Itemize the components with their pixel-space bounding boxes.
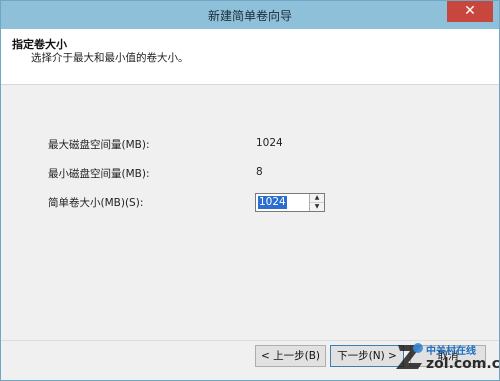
watermark-cn-text: 中关村在线 bbox=[426, 346, 476, 357]
volume-size-label: 简单卷大小(MB)(S): bbox=[48, 197, 144, 209]
watermark-logo: 中关村在线 zol.com.cn bbox=[393, 337, 500, 381]
volume-size-input[interactable]: 1024 bbox=[258, 196, 287, 209]
wizard-header: 指定卷大小 选择介于最大和最小值的卷大小。 bbox=[1, 29, 499, 85]
min-space-label: 最小磁盘空间量(MB): bbox=[48, 168, 150, 180]
max-space-label: 最大磁盘空间量(MB): bbox=[48, 139, 150, 151]
close-icon: ✕ bbox=[464, 3, 476, 19]
back-button[interactable]: < 上一步(B) bbox=[255, 345, 326, 367]
spin-down-arrow-icon[interactable]: ▼ bbox=[310, 203, 324, 211]
spin-buttons: ▲ ▼ bbox=[309, 194, 324, 211]
spin-up-arrow-icon[interactable]: ▲ bbox=[310, 194, 324, 203]
watermark-en-text: zol.com.cn bbox=[426, 356, 500, 372]
close-button[interactable]: ✕ bbox=[447, 1, 493, 22]
title-bar[interactable]: 新建简单卷向导 ✕ bbox=[1, 1, 499, 29]
window-title: 新建简单卷向导 bbox=[207, 9, 292, 23]
volume-size-stepper[interactable]: 1024 ▲ ▼ bbox=[255, 193, 325, 212]
min-space-value: 8 bbox=[256, 166, 263, 178]
page-subtitle: 选择介于最大和最小值的卷大小。 bbox=[31, 52, 189, 64]
zol-logo-icon bbox=[396, 343, 423, 369]
wizard-window: 新建简单卷向导 ✕ 指定卷大小 选择介于最大和最小值的卷大小。 最大磁盘空间量(… bbox=[0, 0, 500, 381]
wizard-content: 最大磁盘空间量(MB): 1024 最小磁盘空间量(MB): 8 简单卷大小(M… bbox=[1, 85, 499, 340]
max-space-value: 1024 bbox=[256, 137, 283, 149]
